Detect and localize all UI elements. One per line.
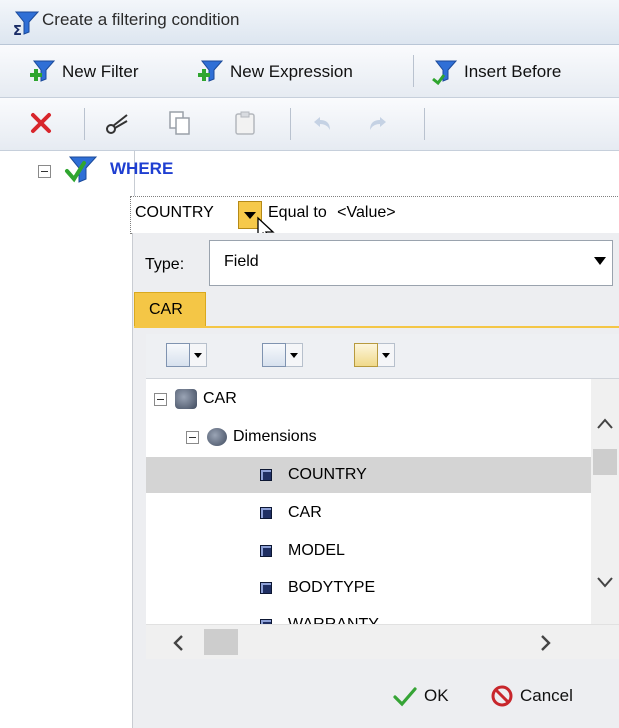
tree-item-model[interactable]: MODEL — [146, 533, 591, 569]
copy-button[interactable] — [168, 110, 192, 136]
insert-before-button[interactable]: Insert Before — [430, 57, 561, 87]
new-expression-button[interactable]: New Expression — [196, 57, 353, 87]
condition-field[interactable]: COUNTRY — [135, 204, 214, 222]
field-icon — [260, 545, 272, 557]
where-node-label[interactable]: WHERE — [110, 159, 173, 179]
new-filter-button[interactable]: New Filter — [28, 57, 139, 87]
paste-icon — [235, 111, 255, 135]
tree-item-label: BODYTYPE — [288, 579, 376, 596]
condition-expression[interactable]: Equal to <Value> — [268, 204, 396, 222]
dimensions-icon — [207, 428, 227, 446]
cancel-icon — [491, 685, 513, 707]
field-icon — [260, 507, 272, 519]
paste-button[interactable] — [233, 110, 257, 136]
undo-button[interactable] — [310, 114, 334, 134]
cut-button[interactable] — [105, 111, 131, 135]
tree-item-country[interactable]: COUNTRY — [146, 457, 591, 493]
filter-check-icon — [65, 156, 98, 183]
chevron-down-icon[interactable] — [190, 343, 207, 367]
tab-underline — [134, 326, 619, 328]
horizontal-scroll-thumb[interactable] — [204, 629, 238, 655]
tree-node-label: CAR — [203, 390, 237, 407]
tree-node-root[interactable]: CAR — [146, 381, 591, 417]
new-filter-label: New Filter — [62, 62, 139, 81]
condition-row[interactable]: COUNTRY Equal to <Value> — [130, 196, 619, 234]
dialog-title-bar: Σ Create a filtering condition — [0, 0, 619, 45]
main-toolbar: New Filter New Expression Insert Before — [0, 45, 619, 98]
chevron-down-icon[interactable] — [286, 343, 303, 367]
toolbar-separator — [84, 108, 85, 140]
redo-icon — [370, 117, 386, 130]
redo-button[interactable] — [366, 114, 390, 134]
delete-button[interactable] — [30, 112, 52, 134]
chevron-left-icon[interactable] — [170, 633, 186, 653]
tree-view-icon — [166, 343, 190, 367]
collapse-where-toggle[interactable] — [38, 165, 51, 178]
vertical-scrollbar[interactable] — [591, 379, 619, 624]
chevron-down-icon — [594, 257, 606, 265]
vertical-scroll-thumb[interactable] — [593, 449, 617, 475]
field-icon — [260, 582, 272, 594]
field-icon — [260, 469, 272, 481]
chevron-down-icon[interactable] — [595, 575, 615, 591]
chevron-right-icon[interactable] — [538, 633, 554, 653]
ok-button[interactable]: OK — [392, 684, 449, 708]
cancel-button-label: Cancel — [520, 686, 573, 705]
condition-value[interactable]: <Value> — [337, 204, 395, 221]
type-select[interactable]: Field — [209, 240, 613, 286]
tree-item-bodytype[interactable]: BODYTYPE — [146, 570, 591, 606]
tree-node-label: Dimensions — [233, 428, 317, 445]
ok-button-label: OK — [424, 686, 449, 705]
tree-item-label: CAR — [288, 504, 322, 521]
tab-car-label: CAR — [149, 301, 183, 318]
tree-item-label: MODEL — [288, 542, 345, 559]
tree-item-label: COUNTRY — [288, 466, 367, 483]
svg-text:Σ: Σ — [13, 24, 22, 36]
new-expression-icon — [198, 60, 224, 82]
toolbar-separator — [413, 55, 414, 87]
tree-item-car[interactable]: CAR — [146, 495, 591, 531]
undo-icon — [314, 117, 330, 130]
toolbar-separator — [290, 108, 291, 140]
cube-icon — [175, 389, 197, 409]
dialog-title: Create a filtering condition — [42, 10, 240, 29]
new-expression-label: New Expression — [230, 62, 353, 81]
tab-car[interactable]: CAR — [134, 292, 206, 328]
collapse-toggle[interactable] — [154, 392, 167, 406]
new-filter-icon — [30, 60, 56, 82]
horizontal-scrollbar[interactable] — [146, 624, 619, 659]
edit-toolbar — [0, 98, 619, 151]
field-tree: CAR Dimensions COUNTRY CAR MODEL BODYTYP… — [146, 379, 591, 624]
chevron-down-icon[interactable] — [378, 343, 395, 367]
list-view-icon — [262, 343, 286, 367]
filter-sigma-icon: Σ — [13, 11, 40, 36]
tree-item-label: WARRANTY — [288, 616, 379, 624]
checkmark-icon — [393, 687, 417, 707]
tree-node-dimensions[interactable]: Dimensions — [146, 419, 591, 455]
type-select-value: Field — [224, 253, 259, 270]
tree-toolbar — [146, 334, 619, 379]
condition-tree-pane — [18, 151, 135, 728]
hierarchy-view-button[interactable] — [354, 342, 395, 368]
type-label: Type: — [145, 256, 185, 273]
insert-before-icon — [432, 60, 458, 85]
scissors-icon — [106, 114, 128, 134]
insert-before-label: Insert Before — [464, 62, 562, 81]
hierarchy-icon — [354, 343, 378, 367]
cancel-button[interactable]: Cancel — [490, 684, 573, 708]
toolbar-separator — [424, 108, 425, 140]
chevron-up-icon[interactable] — [595, 415, 615, 431]
collapse-toggle[interactable] — [186, 430, 199, 444]
list-view-button[interactable] — [262, 342, 303, 368]
delete-icon — [31, 113, 51, 133]
tree-item-warranty[interactable]: WARRANTY — [146, 607, 591, 624]
tree-view-button[interactable] — [166, 342, 207, 368]
copy-icon — [169, 111, 190, 135]
